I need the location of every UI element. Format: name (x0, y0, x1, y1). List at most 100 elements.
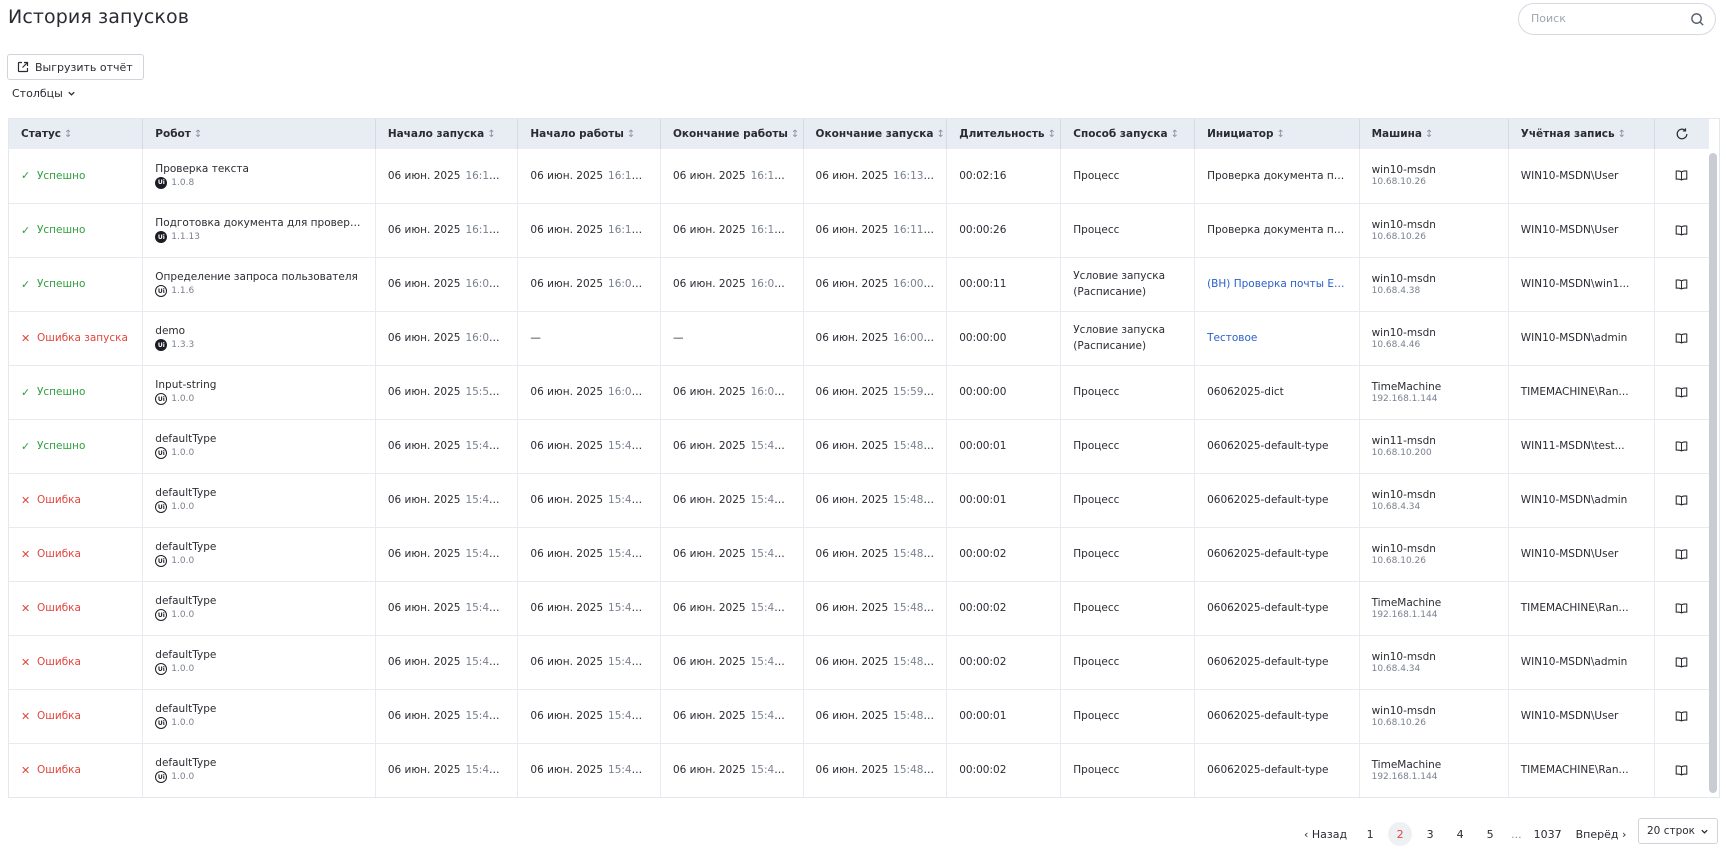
robot-name[interactable]: defaultType (155, 595, 363, 607)
next-page-button[interactable]: Вперёд › (1576, 828, 1627, 841)
log-cell[interactable] (1654, 743, 1709, 797)
robot-cell[interactable]: Подготовка документа для проверки (... Ui… (142, 203, 376, 257)
robot-name[interactable]: defaultType (155, 541, 363, 553)
machine-ip: 10.68.10.26 (1371, 717, 1426, 728)
status-cell: ✕ Ошибка (9, 689, 144, 743)
log-book-icon[interactable] (1675, 710, 1688, 723)
search-icon[interactable] (1690, 12, 1705, 27)
table-scrollbar[interactable] (1709, 153, 1717, 793)
log-book-icon[interactable] (1675, 169, 1688, 182)
page-1-button[interactable]: 1 (1358, 822, 1382, 846)
log-book-icon[interactable] (1675, 494, 1688, 507)
table-row[interactable]: ✕ Ошибка defaultType Ui 1.0.0 06 июн. 2025 15:… (9, 527, 1709, 581)
machine-ip: 10.68.4.46 (1371, 339, 1421, 350)
account-cell: WIN10-MSDN\admin (1508, 635, 1655, 689)
log-cell[interactable] (1654, 689, 1709, 743)
rows-per-page-select[interactable]: 20 строк (1638, 818, 1718, 844)
refresh-icon[interactable] (1675, 127, 1689, 141)
initiator-cell: 06062025-dict (1194, 365, 1360, 419)
launch-start-cell: 06 июн. 2025 15:48:... (375, 635, 519, 689)
log-book-icon[interactable] (1675, 278, 1688, 291)
column-header-method[interactable]: Способ запуска ↕ (1060, 119, 1196, 149)
robot-name[interactable]: Определение запроса пользователя (155, 271, 363, 283)
log-cell[interactable] (1654, 581, 1709, 635)
robot-cell[interactable]: defaultType Ui 1.0.0 (142, 527, 376, 581)
robot-cell[interactable]: Input-string Ui 1.0.0 (142, 365, 376, 419)
log-book-icon[interactable] (1675, 386, 1688, 399)
robot-name[interactable]: Проверка текста (155, 163, 363, 175)
search-input[interactable] (1531, 12, 1681, 25)
log-cell[interactable] (1654, 365, 1709, 419)
column-header-refresh[interactable] (1654, 119, 1709, 149)
log-book-icon[interactable] (1675, 656, 1688, 669)
column-header-work-end[interactable]: Окончание работы ↕ (660, 119, 804, 149)
machine-name: win10-msdn (1371, 164, 1436, 177)
log-book-icon[interactable] (1675, 764, 1688, 777)
robot-cell[interactable]: defaultType Ui 1.0.0 (142, 743, 376, 797)
last-page-button[interactable]: 1037 (1534, 828, 1562, 841)
column-header-status[interactable]: Статус ↕ (9, 119, 144, 149)
initiator-cell: 06062025-default-type (1194, 743, 1360, 797)
robot-name[interactable]: defaultType (155, 703, 363, 715)
table-row[interactable]: ✓ Успешно Подготовка документа для проверк… (9, 203, 1709, 257)
robot-cell[interactable]: Проверка текста Ui 1.0.8 (142, 149, 376, 203)
status-cell: ✓ Успешно (9, 203, 144, 257)
robot-cell[interactable]: demo Ui 1.3.3 (142, 311, 376, 365)
robot-version: 1.1.6 (171, 286, 195, 296)
log-cell[interactable] (1654, 635, 1709, 689)
log-book-icon[interactable] (1675, 548, 1688, 561)
initiator-cell[interactable]: (ВН) Проверка почты Ed... (1194, 257, 1360, 311)
log-book-icon[interactable] (1675, 602, 1688, 615)
table-row[interactable]: ✕ Ошибка defaultType Ui 1.0.0 06 июн. 2025 15:… (9, 743, 1709, 797)
table-row[interactable]: ✓ Успешно Проверка текста Ui 1.0.8 06 июн. 20… (9, 149, 1709, 203)
table-row[interactable]: ✕ Ошибка запуска demo Ui 1.3.3 06 июн. 2025 16… (9, 311, 1709, 365)
robot-cell[interactable]: defaultType Ui 1.0.0 (142, 419, 376, 473)
robot-name[interactable]: Подготовка документа для проверки (... (155, 217, 363, 229)
table-row[interactable]: ✓ Успешно Input-string Ui 1.0.0 06 июн. 2025 1… (9, 365, 1709, 419)
table-row[interactable]: ✕ Ошибка defaultType Ui 1.0.0 06 июн. 2025 15:… (9, 635, 1709, 689)
robot-name[interactable]: demo (155, 325, 363, 337)
table-row[interactable]: ✓ Успешно defaultType Ui 1.0.0 06 июн. 2025 15… (9, 419, 1709, 473)
page-3-button[interactable]: 3 (1418, 822, 1442, 846)
search-box[interactable] (1518, 3, 1716, 35)
log-cell[interactable] (1654, 527, 1709, 581)
log-cell[interactable] (1654, 473, 1709, 527)
robot-cell[interactable]: defaultType Ui 1.0.0 (142, 635, 376, 689)
log-cell[interactable] (1654, 419, 1709, 473)
initiator-cell[interactable]: Тестовое (1194, 311, 1360, 365)
column-header-duration[interactable]: Длительность ↕ (946, 119, 1062, 149)
log-cell[interactable] (1654, 257, 1709, 311)
prev-page-button[interactable]: ‹ Назад (1304, 828, 1347, 841)
column-header-launch-start[interactable]: Начало запуска ↕ (375, 119, 519, 149)
log-cell[interactable] (1654, 311, 1709, 365)
log-book-icon[interactable] (1675, 224, 1688, 237)
column-header-account[interactable]: Учётная запись ↕ (1508, 119, 1655, 149)
robot-name[interactable]: defaultType (155, 757, 363, 769)
column-header-machine[interactable]: Машина ↕ (1359, 119, 1509, 149)
robot-cell[interactable]: defaultType Ui 1.0.0 (142, 581, 376, 635)
log-cell[interactable] (1654, 149, 1709, 203)
robot-name[interactable]: Input-string (155, 379, 363, 391)
column-header-initiator[interactable]: Инициатор ↕ (1194, 119, 1360, 149)
robot-cell[interactable]: Определение запроса пользователя Ui 1.1.6 (142, 257, 376, 311)
table-row[interactable]: ✕ Ошибка defaultType Ui 1.0.0 06 июн. 2025 15:… (9, 473, 1709, 527)
page-4-button[interactable]: 4 (1448, 822, 1472, 846)
robot-name[interactable]: defaultType (155, 433, 363, 445)
page-2-button[interactable]: 2 (1388, 822, 1413, 846)
table-row[interactable]: ✕ Ошибка defaultType Ui 1.0.0 06 июн. 2025 15:… (9, 689, 1709, 743)
log-cell[interactable] (1654, 203, 1709, 257)
robot-cell[interactable]: defaultType Ui 1.0.0 (142, 473, 376, 527)
robot-name[interactable]: defaultType (155, 487, 363, 499)
log-book-icon[interactable] (1675, 440, 1688, 453)
columns-dropdown[interactable]: Столбцы (12, 87, 76, 100)
table-row[interactable]: ✕ Ошибка defaultType Ui 1.0.0 06 июн. 2025 15:… (9, 581, 1709, 635)
column-header-robot[interactable]: Робот ↕ (142, 119, 376, 149)
robot-cell[interactable]: defaultType Ui 1.0.0 (142, 689, 376, 743)
log-book-icon[interactable] (1675, 332, 1688, 345)
table-row[interactable]: ✓ Успешно Определение запроса пользователя… (9, 257, 1709, 311)
export-report-button[interactable]: Выгрузить отчёт (7, 54, 144, 80)
page-5-button[interactable]: 5 (1478, 822, 1502, 846)
robot-name[interactable]: defaultType (155, 649, 363, 661)
column-header-launch-end[interactable]: Окончание запуска ↕ (803, 119, 948, 149)
column-header-work-start[interactable]: Начало работы ↕ (517, 119, 661, 149)
